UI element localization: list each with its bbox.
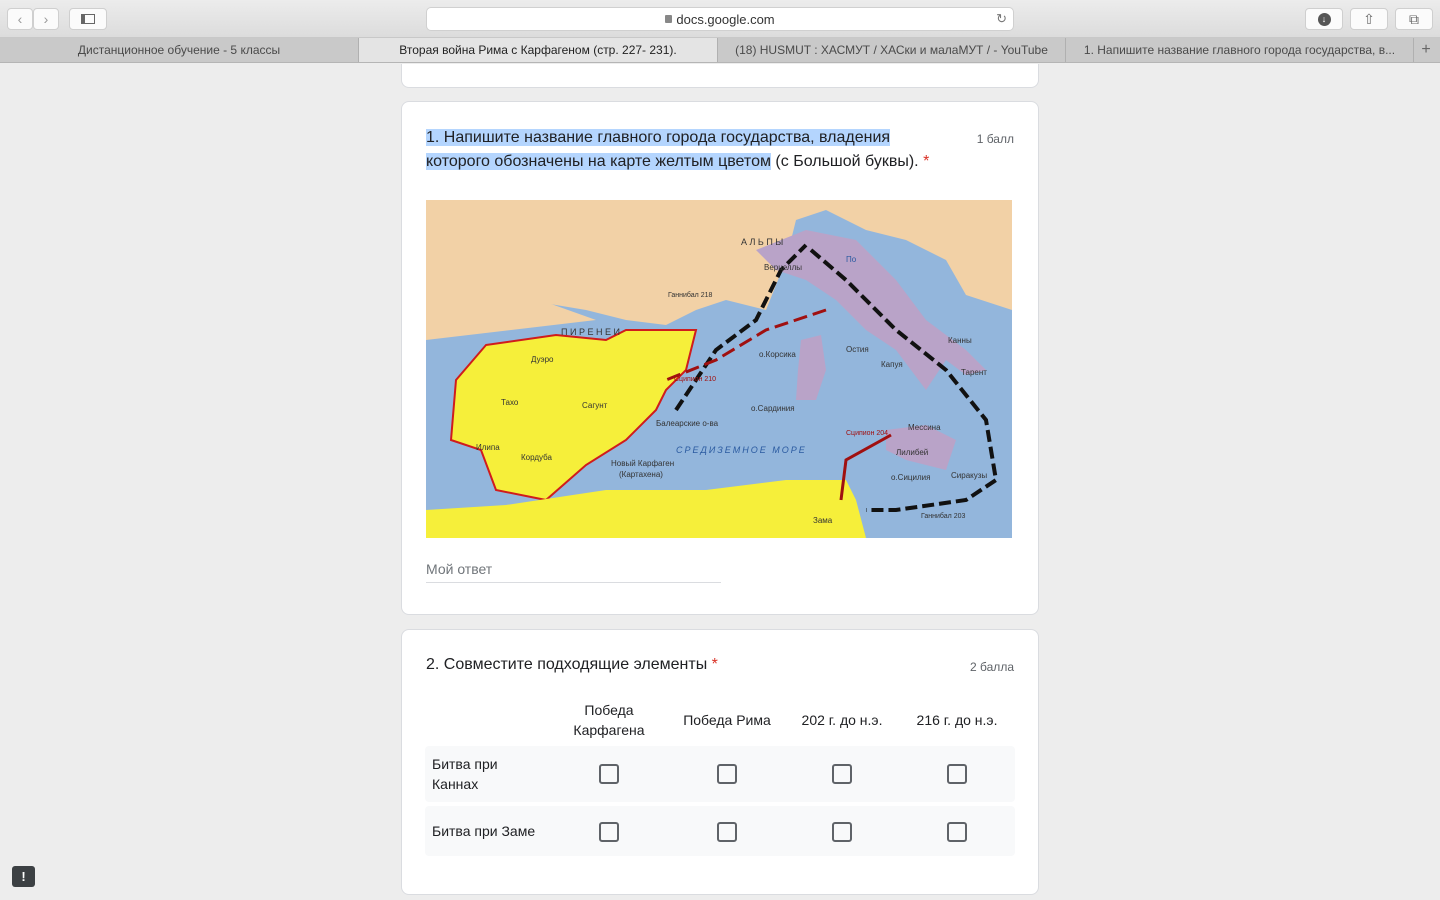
question-title: 1. Напишите название главного города гос…	[426, 126, 946, 174]
share-button[interactable]: ⇧	[1350, 8, 1388, 30]
downloads-button[interactable]: ↓	[1305, 8, 1343, 30]
points-label: 1 балл	[976, 132, 1014, 146]
reload-icon[interactable]: ↻	[996, 11, 1007, 27]
sidebar-icon	[81, 14, 95, 24]
tab-bar: Дистанционное обучение - 5 классы Вторая…	[0, 38, 1440, 63]
address-bar[interactable]: docs.google.com ↻	[426, 7, 1014, 31]
map-label-vercellae: Верцеллы	[764, 263, 802, 272]
new-tab-button[interactable]: +	[1414, 38, 1438, 62]
map-label-ilipa: Илипа	[476, 443, 500, 452]
map-label-po: По	[846, 255, 857, 264]
checkbox-zama-carthage-win[interactable]	[599, 822, 619, 842]
checkbox-zama-216bc[interactable]	[947, 822, 967, 842]
map-label-tarentum: Тарент	[961, 368, 987, 377]
title-text: 2. Совместите подходящие элементы	[426, 656, 712, 673]
tabs-overview-button[interactable]: ⧉	[1395, 8, 1433, 30]
checkbox-zama-202bc[interactable]	[832, 822, 852, 842]
column-header: Победа Рима	[683, 712, 771, 728]
grid-row: Битва при Заме	[425, 806, 1015, 856]
map-label-lilybaeum: Лилибей	[896, 448, 928, 457]
url-text: docs.google.com	[676, 11, 775, 27]
title-rest: (с Большой буквы).	[770, 153, 924, 170]
column-header: Победа Карфагена	[573, 702, 645, 738]
map-label-new-carthage: Новый Карфаген	[611, 459, 674, 468]
map-label-scipio-204: Сципион 204	[846, 430, 888, 437]
map-label-syracuse: Сиракузы	[951, 471, 987, 480]
tab-distance-learning[interactable]: Дистанционное обучение - 5 классы	[0, 38, 359, 62]
download-icon: ↓	[1317, 12, 1331, 26]
map-label-messina: Мессина	[908, 423, 941, 432]
map-label-sicily: о.Сицилия	[891, 473, 930, 482]
map-image: П И Р Е Н Е И Дуэро Тахо Сагунт Кордуба …	[426, 200, 1012, 538]
map-label-corsica: о.Корсика	[759, 350, 796, 359]
points-label: 2 балла	[970, 660, 1014, 674]
column-header: 216 г. до н.э.	[916, 712, 998, 728]
checkbox-cannae-202bc[interactable]	[832, 764, 852, 784]
map-label-cordoba: Кордуба	[521, 453, 553, 462]
chevron-right-icon: ›	[43, 11, 49, 27]
checkbox-cannae-rome-win[interactable]	[717, 764, 737, 784]
required-asterisk: *	[711, 656, 718, 673]
map-label-sea: СРЕДИЗЕМНОЕ МОРЕ	[676, 445, 807, 455]
forward-button[interactable]: ›	[33, 8, 59, 30]
tab-form[interactable]: 1. Напишите название главного города гос…	[1066, 38, 1414, 62]
question-card-1: 1. Напишите название главного города гос…	[401, 101, 1039, 615]
checkbox-zama-rome-win[interactable]	[717, 822, 737, 842]
share-icon: ⇧	[1363, 10, 1375, 27]
checkbox-cannae-216bc[interactable]	[947, 764, 967, 784]
answer-input[interactable]: Мой ответ	[426, 561, 721, 583]
back-button[interactable]: ‹	[7, 8, 33, 30]
map-label-capua: Капуя	[881, 360, 903, 369]
map-label-sardinia: о.Сардиния	[751, 404, 795, 413]
previous-question-card	[401, 64, 1039, 88]
checkbox-cannae-carthage-win[interactable]	[599, 764, 619, 784]
lock-icon	[665, 15, 673, 23]
map-label-balearic: Балеарские о-ва	[656, 419, 719, 428]
map-label-cannae: Канны	[948, 336, 972, 345]
map-label-duero: Дуэро	[531, 355, 554, 364]
question-title: 2. Совместите подходящие элементы *	[426, 653, 946, 677]
row-label: Битва при Заме	[432, 823, 536, 839]
row-label: Битва при Каннах	[432, 756, 498, 792]
sidebar-button[interactable]	[69, 8, 107, 30]
map-label-alps: А Л Ь П Ы	[741, 237, 783, 247]
map-label-cartagena: (Картахена)	[619, 470, 663, 479]
map-label-pyrenees: П И Р Е Н Е И	[561, 327, 620, 337]
tabs-icon: ⧉	[1409, 10, 1419, 27]
feedback-icon[interactable]: !	[12, 866, 35, 887]
browser-toolbar: ‹ › docs.google.com ↻ ↓ ⇧ ⧉	[0, 0, 1440, 38]
tab-youtube[interactable]: (18) HUSMUT : ХАСМУТ / ХАСки и малаМУТ /…	[718, 38, 1066, 62]
map-label-ostia: Остия	[846, 345, 869, 354]
grid-row: Битва при Каннах	[425, 746, 1015, 802]
map-label-sagunt: Сагунт	[582, 401, 608, 410]
tab-second-punic-war[interactable]: Вторая война Рима с Карфагеном (стр. 227…	[359, 38, 718, 62]
required-asterisk: *	[923, 153, 930, 170]
map-label-zama: Зама	[813, 516, 833, 525]
map-label-tajo: Тахо	[501, 398, 519, 407]
checkbox-grid: Победа Карфагена Победа Рима 202 г. до н…	[425, 700, 1015, 860]
map-label-hannibal-203: Ганнибал 203	[921, 512, 965, 520]
chevron-left-icon: ‹	[17, 11, 23, 27]
column-header: 202 г. до н.э.	[801, 712, 883, 728]
map-label-scipio-210: Сципион 210	[674, 376, 716, 383]
map-label-hannibal-218: Ганнибал 218	[668, 291, 712, 299]
